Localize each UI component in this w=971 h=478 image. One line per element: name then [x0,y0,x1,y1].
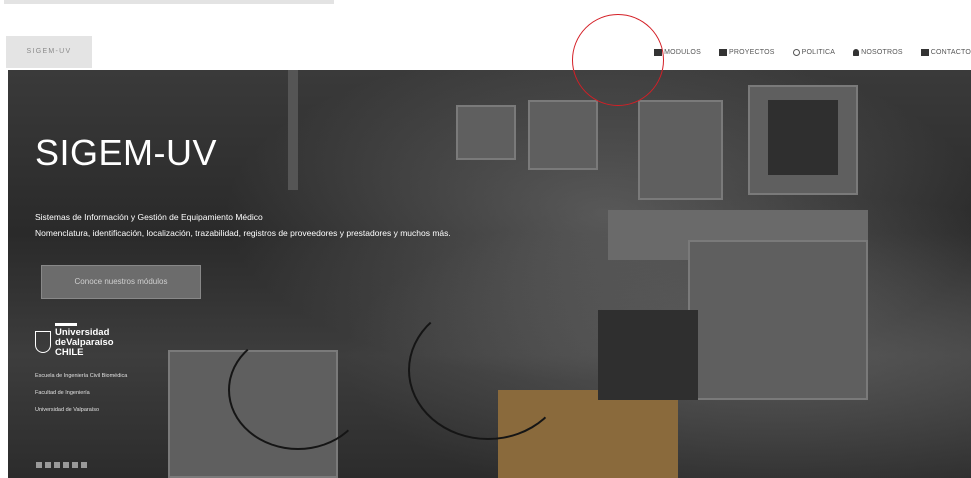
school-text: Escuela de Ingeniería Civil Biomédica [35,373,128,379]
hero-section: SIGEM-UV Sistemas de Información y Gesti… [8,70,971,478]
instagram-icon[interactable] [45,462,51,468]
table-icon [718,48,727,56]
nav-item-proyectos[interactable]: PROYECTOS [718,48,775,56]
university-logo-text: Universidad deValparaíso CHILE [55,323,114,358]
hero-subtitle-line1: Sistemas de Información y Gestión de Equ… [35,212,263,222]
linkedin-icon[interactable] [81,462,87,468]
nav-item-contacto[interactable]: CONTACTO [920,48,971,56]
social-icons [36,462,90,468]
hero-subtitle-line2: Nomenclatura, identificación, localizaci… [35,228,451,238]
circle-icon[interactable] [54,462,60,468]
faculty-text: Facultad de Ingeniería [35,390,90,396]
university-country: CHILE [55,347,84,358]
user-icon [853,48,860,56]
university-text: Universidad de Valparaíso [35,407,100,413]
nav-item-nosotros[interactable]: NOSOTROS [853,48,903,56]
logo-bar [55,323,77,326]
nav-menu: MODULOS PROYECTOS POLITICA NOSOTROS CONT… [636,36,971,68]
nav-label-contacto: CONTACTO [930,48,971,56]
nav-item-politica[interactable]: POLITICA [792,48,836,56]
mail-icon [920,48,929,56]
faint-header-text [4,0,334,4]
nav-item-modulos[interactable]: MODULOS [654,48,701,56]
university-logo: Universidad deValparaíso CHILE [35,323,114,358]
twitter-icon[interactable] [72,462,78,468]
pinterest-icon[interactable] [63,462,69,468]
rss-icon[interactable] [36,462,42,468]
cta-button[interactable]: Conoce nuestros módulos [41,265,201,299]
nav-label-politica: POLITICA [801,48,836,56]
brand-link[interactable]: SIGEM-UV [6,36,92,68]
grid-icon [654,48,663,56]
hero-content: SIGEM-UV Sistemas de Información y Gesti… [8,70,971,478]
shield-icon [35,331,51,353]
nav-label-proyectos: PROYECTOS [728,48,775,56]
top-strip [0,0,971,30]
hero-subtitle: Sistemas de Información y Gestión de Equ… [35,209,451,241]
power-icon [792,48,800,56]
hero-title: SIGEM-UV [35,132,218,173]
navbar: SIGEM-UV MODULOS PROYECTOS POLITICA NOSO… [0,30,971,70]
nav-label-nosotros: NOSOTROS [861,48,903,56]
nav-label-modulos: MODULOS [664,48,701,56]
